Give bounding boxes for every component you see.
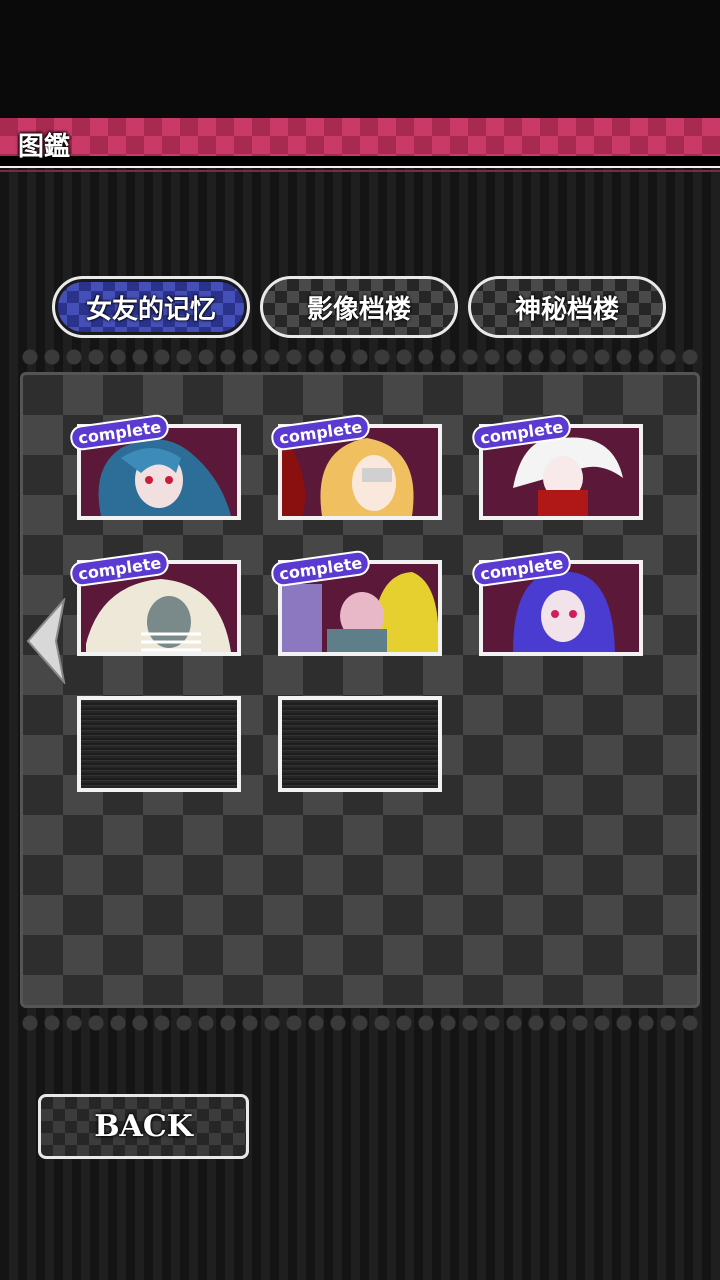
top-bar — [0, 0, 720, 118]
lace-border-bottom — [20, 1012, 700, 1034]
divider — [0, 170, 720, 172]
locked-gallery-card[interactable] — [278, 696, 442, 792]
title-banner-shadow — [0, 156, 720, 166]
tab-video-archive[interactable]: 影像档楼 — [260, 276, 458, 338]
tab-girlfriend-memories[interactable]: 女友的记忆 — [52, 276, 250, 338]
page-title: 图鑑 — [18, 132, 71, 162]
back-button[interactable]: BACK — [38, 1094, 249, 1159]
locked-gallery-card[interactable] — [77, 696, 241, 792]
lace-border-top — [20, 346, 700, 368]
tab-mystery-archive[interactable]: 神秘档楼 — [468, 276, 666, 338]
title-banner: 图鑑 — [0, 118, 720, 168]
page-left-arrow-icon[interactable] — [24, 598, 70, 684]
